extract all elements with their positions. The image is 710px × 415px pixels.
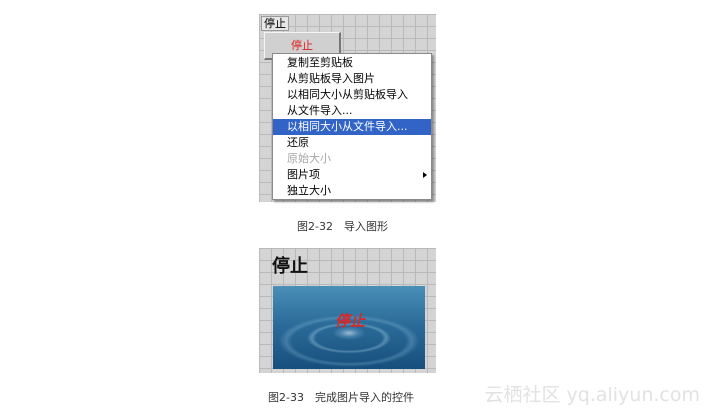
control-label: 停止 <box>272 256 308 277</box>
menu-item-label: 从剪贴板导入图片 <box>287 72 375 85</box>
menu-item-import-from-clipboard[interactable]: 从剪贴板导入图片 <box>273 71 431 87</box>
menu-item-label: 以相同大小从剪贴板导入 <box>287 88 408 101</box>
menu-item-label: 还原 <box>287 136 309 149</box>
menu-item-import-clipboard-same-size[interactable]: 以相同大小从剪贴板导入 <box>273 87 431 103</box>
figure-caption-2-32: 图2-32 导入图形 <box>297 220 388 233</box>
control-label: 停止 <box>261 16 289 31</box>
menu-item-label: 图片项 <box>287 168 320 181</box>
watermark: 云栖社区 yq.aliyun.com <box>484 384 700 406</box>
front-panel-result: 停止 停止 <box>259 248 436 373</box>
menu-item-label: 独立大小 <box>287 184 331 197</box>
menu-item-label: 复制至剪贴板 <box>287 56 353 69</box>
menu-item-original-size: 原始大小 <box>273 151 431 167</box>
menu-item-import-from-file[interactable]: 从文件导入... <box>273 103 431 119</box>
menu-item-label: 从文件导入... <box>287 104 353 117</box>
menu-item-label: 以相同大小从文件导入... <box>287 120 408 133</box>
menu-item-import-file-same-size[interactable]: 以相同大小从文件导入... <box>273 119 431 135</box>
menu-item-independent-sizes[interactable]: 独立大小 <box>273 183 431 199</box>
menu-item-revert[interactable]: 还原 <box>273 135 431 151</box>
imported-picture-button[interactable]: 停止 <box>273 286 425 369</box>
submenu-arrow-icon <box>423 172 427 178</box>
context-menu: 复制至剪贴板 从剪贴板导入图片 以相同大小从剪贴板导入 从文件导入... 以相同… <box>272 53 432 200</box>
menu-item-picture-items[interactable]: 图片项 <box>273 167 431 183</box>
figure-caption-2-33: 图2-33 完成图片导入的控件 <box>268 391 414 404</box>
menu-item-copy-to-clipboard[interactable]: 复制至剪贴板 <box>273 55 431 71</box>
menu-item-label: 原始大小 <box>287 152 331 165</box>
image-text: 停止 <box>335 312 366 330</box>
